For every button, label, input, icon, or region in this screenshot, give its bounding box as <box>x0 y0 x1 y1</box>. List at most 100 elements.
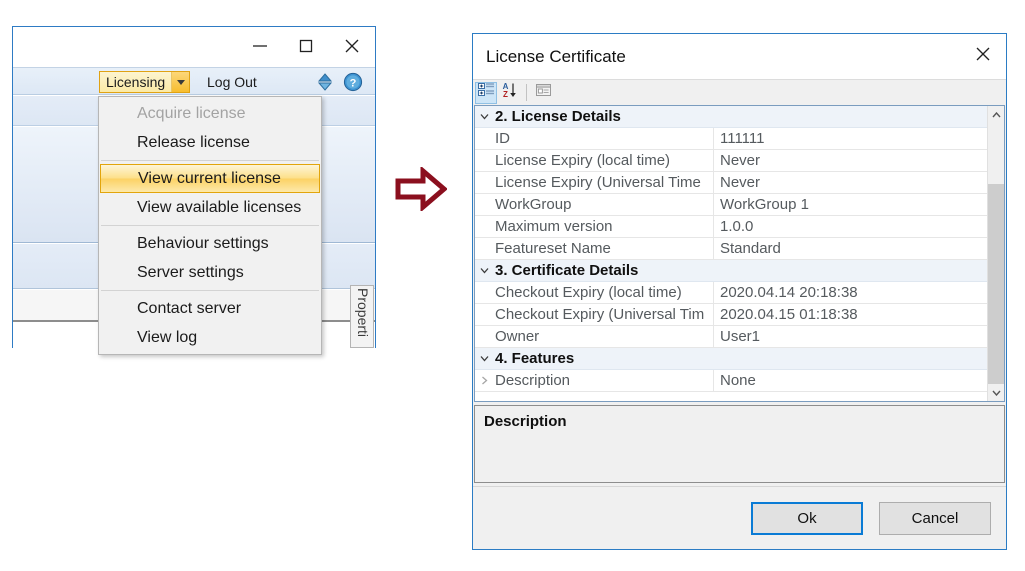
menu-item-server-settings[interactable]: Server settings <box>99 258 321 287</box>
svg-text:Z: Z <box>503 90 508 98</box>
categorized-view-button[interactable] <box>475 82 497 104</box>
grid-row[interactable]: License Expiry (local time) Never <box>475 150 987 172</box>
close-icon <box>974 45 992 68</box>
property-pages-button[interactable] <box>532 82 554 104</box>
up-down-arrows-icon[interactable] <box>315 72 335 92</box>
grid-property-name: ID <box>475 130 713 147</box>
maximize-button[interactable] <box>283 27 329 65</box>
scrollbar-up-button[interactable] <box>988 106 1005 123</box>
grid-property-name: WorkGroup <box>475 196 713 213</box>
menu-item-label: View log <box>137 329 197 347</box>
alphabetical-sort-button[interactable]: A Z <box>498 82 520 104</box>
grid-property-value[interactable]: Never <box>713 150 987 171</box>
grid-category-row[interactable]: 2. License Details <box>475 106 987 128</box>
menu-separator <box>101 160 319 161</box>
menu-item-label: Acquire license <box>137 105 246 123</box>
grid-property-value[interactable]: WorkGroup 1 <box>713 194 987 215</box>
chevron-right-icon[interactable] <box>475 370 493 391</box>
maximize-icon <box>298 38 314 54</box>
menu-item-view-available-licenses[interactable]: View available licenses <box>99 193 321 222</box>
grid-row[interactable]: License Expiry (Universal Time Never <box>475 172 987 194</box>
application-toolbar: Licensing Log Out ? <box>13 67 375 95</box>
toolbar-separator <box>526 84 527 101</box>
chevron-down-icon[interactable] <box>171 72 189 92</box>
grid-property-name: License Expiry (local time) <box>475 152 713 169</box>
dialog-close-button[interactable] <box>962 36 1004 76</box>
grid-row[interactable]: Featureset Name Standard <box>475 238 987 260</box>
description-pane-title: Description <box>484 413 995 430</box>
help-question-icon[interactable]: ? <box>343 72 363 92</box>
menu-item-contact-server[interactable]: Contact server <box>99 294 321 323</box>
grid-category-label: 4. Features <box>493 350 574 367</box>
logout-button-label: Log Out <box>207 74 257 90</box>
grid-property-value[interactable]: Never <box>713 172 987 193</box>
svg-text:?: ? <box>350 78 357 90</box>
grid-property-name: Description <box>475 372 713 389</box>
menu-item-label: Server settings <box>137 264 244 282</box>
scrollbar-thumb[interactable] <box>988 184 1005 384</box>
minimize-icon <box>251 40 269 52</box>
licensing-dropdown-button[interactable]: Licensing <box>99 71 190 93</box>
property-grid: 2. License Details ID 111111 License Exp… <box>474 105 1005 402</box>
grid-row[interactable]: WorkGroup WorkGroup 1 <box>475 194 987 216</box>
chevron-down-icon[interactable] <box>475 113 493 120</box>
dialog-toolbar: A Z <box>473 79 1006 105</box>
grid-property-value[interactable]: 2020.04.14 20:18:38 <box>713 282 987 303</box>
grid-row[interactable]: Description None <box>475 370 987 392</box>
grid-category-row[interactable]: 4. Features <box>475 348 987 370</box>
menu-separator <box>101 290 319 291</box>
grid-property-value[interactable]: 2020.04.15 01:18:38 <box>713 304 987 325</box>
dialog-title: License Certificate <box>473 47 626 67</box>
grid-property-value[interactable]: Standard <box>713 238 987 259</box>
grid-property-name: Checkout Expiry (local time) <box>475 284 713 301</box>
grid-category-row[interactable]: 3. Certificate Details <box>475 260 987 282</box>
alphabetical-sort-icon: A Z <box>501 82 518 103</box>
grid-property-name: Maximum version <box>475 218 713 235</box>
grid-property-value[interactable]: 1.0.0 <box>713 216 987 237</box>
grid-row[interactable]: Maximum version 1.0.0 <box>475 216 987 238</box>
property-grid-scrollbar[interactable] <box>987 106 1004 401</box>
grid-row[interactable]: Owner User1 <box>475 326 987 348</box>
licensing-dropdown-menu: Acquire license Release license View cur… <box>98 96 322 355</box>
menu-item-label: View current license <box>138 170 281 188</box>
properties-side-tab-label: Properti <box>351 286 371 337</box>
right-arrow-icon <box>395 167 447 211</box>
license-certificate-dialog: License Certificate <box>472 33 1007 550</box>
menu-item-label: Contact server <box>137 300 241 318</box>
close-button[interactable] <box>329 27 375 65</box>
cancel-button-label: Cancel <box>912 510 959 527</box>
grid-property-name: License Expiry (Universal Time <box>475 174 713 191</box>
menu-item-behaviour-settings[interactable]: Behaviour settings <box>99 229 321 258</box>
minimize-button[interactable] <box>237 27 283 65</box>
logout-button[interactable]: Log Out <box>203 71 261 93</box>
dialog-button-bar: Ok Cancel <box>473 486 1006 549</box>
menu-item-label: Release license <box>137 134 250 152</box>
grid-row[interactable]: ID 111111 <box>475 128 987 150</box>
window-titlebar <box>13 27 375 67</box>
menu-item-label: Behaviour settings <box>137 235 269 253</box>
grid-property-name: Featureset Name <box>475 240 713 257</box>
licensing-dropdown-label: Licensing <box>100 72 171 92</box>
property-grid-rows: 2. License Details ID 111111 License Exp… <box>475 106 987 401</box>
menu-item-acquire-license[interactable]: Acquire license <box>99 99 321 128</box>
ok-button-label: Ok <box>797 510 816 527</box>
grid-property-value[interactable]: User1 <box>713 326 987 347</box>
menu-item-label: View available licenses <box>137 199 301 217</box>
menu-item-release-license[interactable]: Release license <box>99 128 321 157</box>
menu-item-view-log[interactable]: View log <box>99 323 321 352</box>
chevron-down-icon[interactable] <box>475 267 493 274</box>
property-pages-icon <box>535 83 552 102</box>
grid-category-label: 2. License Details <box>493 108 621 125</box>
properties-side-tab[interactable]: Properti <box>350 285 374 348</box>
ok-button[interactable]: Ok <box>751 502 863 535</box>
menu-item-view-current-license[interactable]: View current license <box>100 164 320 193</box>
grid-row[interactable]: Checkout Expiry (local time) 2020.04.14 … <box>475 282 987 304</box>
scrollbar-down-button[interactable] <box>988 384 1005 401</box>
grid-property-value[interactable]: 111111 <box>713 128 987 149</box>
grid-property-value[interactable]: None <box>713 370 987 391</box>
chevron-down-icon[interactable] <box>475 355 493 362</box>
grid-property-name: Checkout Expiry (Universal Tim <box>475 306 713 323</box>
grid-row[interactable]: Checkout Expiry (Universal Tim 2020.04.1… <box>475 304 987 326</box>
cancel-button[interactable]: Cancel <box>879 502 991 535</box>
menu-separator <box>101 225 319 226</box>
